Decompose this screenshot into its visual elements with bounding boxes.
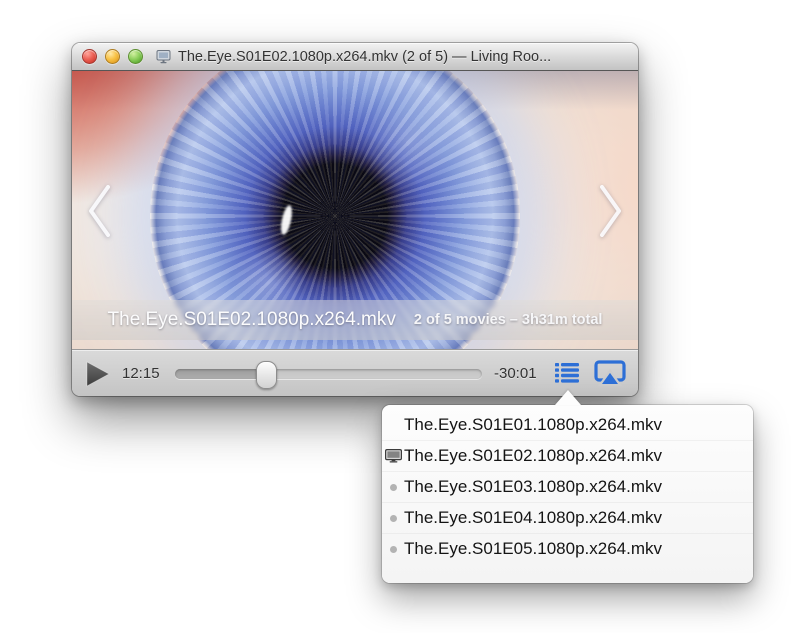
chevron-right-icon (596, 183, 626, 239)
elapsed-time: 12:15 (122, 365, 170, 382)
airplay-icon (594, 360, 626, 387)
overlay-filename: The.Eye.S01E02.1080p.x264.mkv (108, 309, 396, 331)
unplayed-bullet-icon (382, 515, 404, 522)
playlist-item-label: The.Eye.S01E04.1080p.x264.mkv (404, 508, 662, 528)
next-movie-button[interactable] (596, 183, 626, 239)
close-button[interactable] (82, 49, 97, 64)
window-title: The.Eye.S01E02.1080p.x264.mkv (2 of 5) —… (178, 49, 551, 65)
slider-thumb[interactable] (256, 361, 277, 389)
playlist-item[interactable]: The.Eye.S01E02.1080p.x264.mkv (382, 440, 753, 471)
list-icon (554, 362, 580, 384)
playlist-item[interactable]: The.Eye.S01E01.1080p.x264.mkv (382, 410, 753, 440)
chevron-left-icon (84, 183, 114, 239)
airplay-button[interactable] (594, 360, 626, 387)
seek-slider[interactable] (175, 369, 482, 379)
playlist-item-label: The.Eye.S01E01.1080p.x264.mkv (404, 415, 662, 435)
playlist-item-label: The.Eye.S01E02.1080p.x264.mkv (404, 446, 662, 466)
play-icon (84, 360, 112, 388)
player-window: The.Eye.S01E02.1080p.x264.mkv (2 of 5) —… (72, 43, 638, 396)
traffic-lights (72, 49, 143, 64)
minimize-button[interactable] (105, 49, 120, 64)
now-playing-overlay: The.Eye.S01E02.1080p.x264.mkv 2 of 5 mov… (72, 300, 638, 340)
playlist-item[interactable]: The.Eye.S01E05.1080p.x264.mkv (382, 533, 753, 564)
unplayed-bullet-icon (382, 484, 404, 491)
playlist-item[interactable]: The.Eye.S01E03.1080p.x264.mkv (382, 471, 753, 502)
playlist-item[interactable]: The.Eye.S01E04.1080p.x264.mkv (382, 502, 753, 533)
now-playing-display-icon (382, 449, 404, 463)
overlay-playlist-stats: 2 of 5 movies – 3h31m total (414, 312, 603, 328)
playlist-button[interactable] (554, 362, 580, 384)
playlist-popover: The.Eye.S01E01.1080p.x264.mkv The.Eye.S01… (382, 405, 753, 583)
playlist-item-label: The.Eye.S01E03.1080p.x264.mkv (404, 477, 662, 497)
slider-fill (175, 369, 266, 379)
playlist-item-label: The.Eye.S01E05.1080p.x264.mkv (404, 539, 662, 559)
control-bar: 12:15 -30:01 (72, 349, 638, 396)
beamer-movie-screen-icon[interactable] (156, 49, 171, 64)
popover-arrow (555, 390, 581, 405)
playlist-popover-list: The.Eye.S01E01.1080p.x264.mkv The.Eye.S01… (382, 405, 753, 569)
remaining-time: -30:01 (494, 365, 550, 382)
unplayed-bullet-icon (382, 546, 404, 553)
play-button[interactable] (84, 360, 112, 388)
title-bar[interactable]: The.Eye.S01E02.1080p.x264.mkv (2 of 5) —… (72, 43, 638, 71)
zoom-button[interactable] (128, 49, 143, 64)
previous-movie-button[interactable] (84, 183, 114, 239)
video-area: The.Eye.S01E02.1080p.x264.mkv 2 of 5 mov… (72, 71, 638, 349)
